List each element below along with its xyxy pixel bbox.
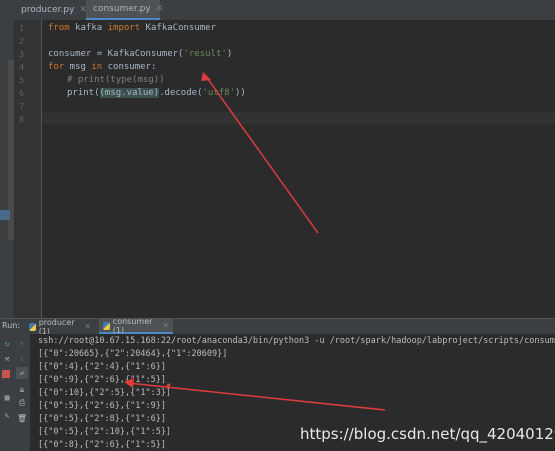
tab-label: consumer.py — [93, 4, 151, 14]
code-line-3: consumer = KafkaConsumer('result') — [48, 49, 232, 59]
line-number: 7 — [19, 102, 24, 111]
code-text: msg — [64, 62, 92, 72]
code-line-1: from kafka import KafkaConsumer — [48, 23, 216, 33]
console-line: [{"0":4},{"2":4},{"1":6}] — [38, 362, 166, 372]
close-icon[interactable]: ✕ — [162, 321, 169, 330]
code-text: .decode( — [159, 88, 203, 98]
line-number: 4 — [19, 63, 24, 72]
string-literal: 'utf8' — [202, 88, 235, 98]
code-text: )) — [235, 88, 246, 98]
code-text: kafka — [69, 23, 108, 33]
tab-producer[interactable]: producer.py ✕ — [14, 0, 87, 20]
code-line-5: # print(type(msg)) — [67, 75, 165, 85]
soft-wrap-icon[interactable]: ⤶ — [16, 367, 28, 379]
run-tab-label: producer (1) — [38, 317, 75, 336]
console-line: ssh://root@10.67.15.168:22/root/anaconda… — [38, 336, 555, 346]
scroll-to-end-icon[interactable]: ⇊ — [17, 384, 27, 394]
rerun-icon[interactable]: ↻ — [2, 338, 12, 348]
run-tab-consumer[interactable]: consumer (1) ✕ — [99, 316, 173, 335]
line-number: 5 — [19, 76, 24, 85]
tab-label: producer.py — [21, 5, 75, 15]
run-label: Run: — [2, 321, 21, 330]
current-line-highlight — [42, 112, 555, 124]
keyword: in — [91, 62, 103, 72]
run-toolbar: ↻ ↑ ⚒ ↓ ⤶ ⇊ ▦ ⎙ ✎ 🗑 — [0, 334, 30, 451]
print-icon[interactable]: ⎙ — [17, 398, 27, 408]
console-line: [{"0":20665},{"2":20464},{"1":20609}] — [38, 349, 228, 359]
line-number: 3 — [19, 50, 24, 59]
console-line: [{"0":5},{"2":6},{"1":9}] — [38, 401, 166, 411]
line-number: 6 — [19, 89, 24, 98]
run-tab-producer[interactable]: producer (1) ✕ — [25, 317, 95, 336]
console-line: [{"0":5},{"2":8},{"1":6}] — [38, 414, 166, 424]
string-literal: 'result' — [183, 49, 227, 59]
wrench-icon[interactable]: ⚒ — [2, 353, 12, 363]
console-line: [{"0":5},{"2":10},{"1":5}] — [38, 427, 172, 437]
keyword: for — [48, 62, 65, 72]
stop-icon[interactable] — [2, 370, 10, 378]
trash-icon[interactable]: 🗑 — [17, 413, 27, 423]
code-text: ) — [226, 49, 233, 59]
code-text: print( — [67, 88, 100, 98]
keyword: from — [48, 23, 70, 33]
code-line-6: print((msg.value).decode('utf8')) — [67, 88, 246, 98]
watermark: https://blog.csdn.net/qq_42040129 — [300, 425, 555, 443]
run-tab-label: consumer (1) — [112, 316, 153, 335]
code-text: consumer = KafkaConsumer( — [48, 49, 184, 59]
line-number: 2 — [19, 37, 24, 46]
line-number: 1 — [19, 24, 24, 33]
console-line: [{"0":8},{"2":6},{"1":5}] — [38, 440, 166, 450]
scroll-up-icon[interactable]: ↑ — [17, 338, 27, 348]
highlighted-text: (msg.value) — [99, 88, 160, 98]
python-file-icon — [103, 321, 110, 330]
code-line-4: for msg in consumer: — [48, 62, 156, 72]
line-number: 8 — [19, 115, 24, 124]
editor-tab-bar: producer.py ✕ consumer.py ✕ — [0, 0, 555, 21]
scroll-down-icon[interactable]: ↓ — [17, 353, 27, 363]
console-line: [{"0":9},{"2":6},{"1":5}] — [38, 375, 166, 385]
layout-icon[interactable]: ▦ — [2, 392, 12, 402]
close-icon[interactable]: ✕ — [84, 322, 91, 331]
comment: # print(type(msg)) — [67, 75, 165, 85]
bookmark-marker — [0, 210, 10, 220]
tab-consumer[interactable]: consumer.py ✕ — [86, 0, 163, 20]
keyword: import — [107, 23, 141, 33]
pin-icon[interactable]: ✎ — [2, 410, 12, 420]
code-text: consumer: — [102, 62, 157, 72]
code-text: KafkaConsumer — [140, 23, 216, 33]
run-tool-bar: Run: producer (1) ✕ consumer (1) ✕ — [0, 316, 555, 336]
close-icon[interactable]: ✕ — [156, 4, 164, 14]
console-line: [{"0":10},{"2":5},{"1":3}] — [38, 388, 172, 398]
python-file-icon — [29, 322, 36, 331]
